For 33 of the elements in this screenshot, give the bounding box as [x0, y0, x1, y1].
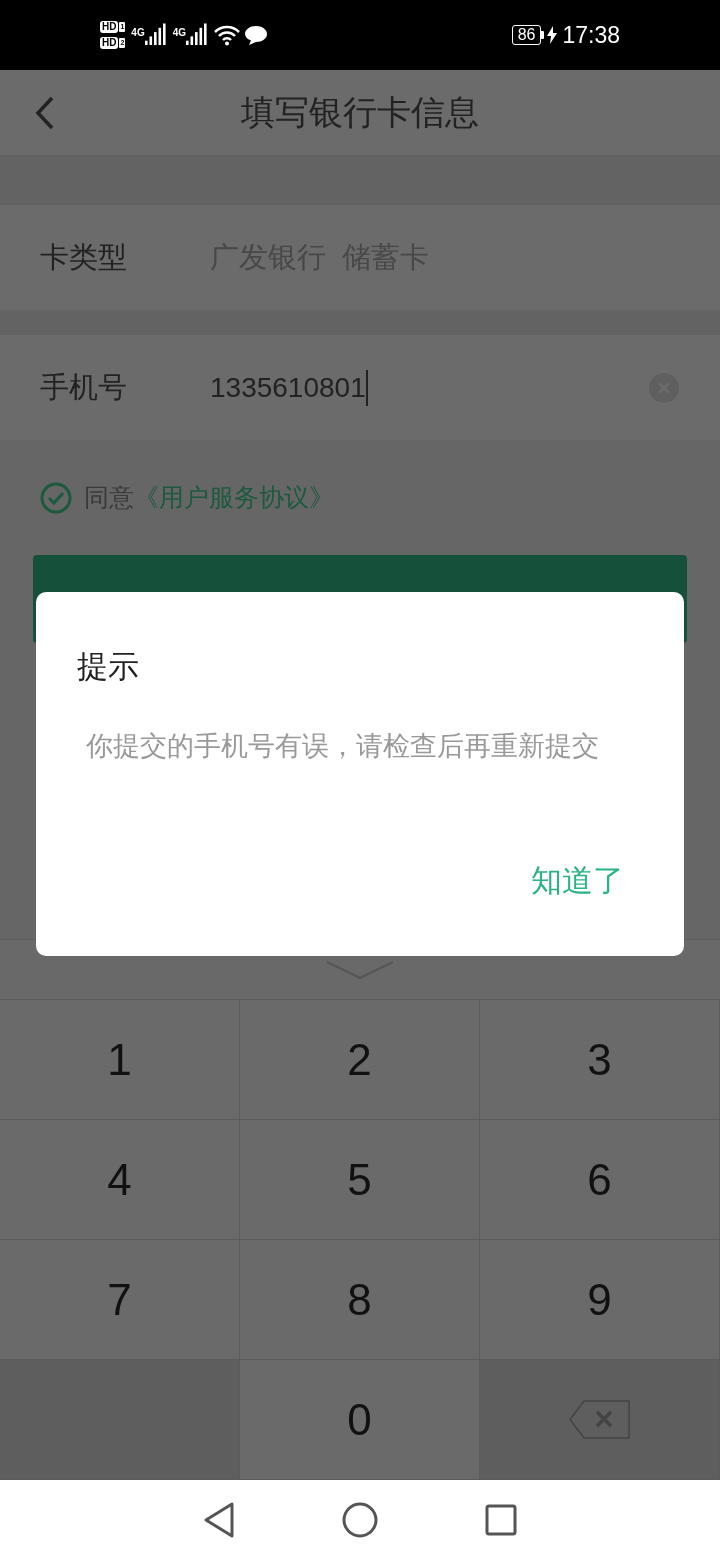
- phone-input-field[interactable]: 1335610801: [210, 366, 648, 409]
- back-nav-icon[interactable]: [203, 1502, 236, 1538]
- digit-key[interactable]: 1: [0, 1000, 240, 1120]
- backspace-icon: [568, 1399, 631, 1440]
- signal-icon: [144, 23, 167, 47]
- digit-key[interactable]: 9: [480, 1240, 720, 1360]
- field-label: 手机号: [40, 369, 128, 405]
- network-type: 4G: [172, 26, 187, 40]
- home-nav-icon[interactable]: [342, 1502, 378, 1538]
- digit-key[interactable]: 2: [240, 1000, 480, 1120]
- dialog-message: 你提交的手机号有误，请检查后再重新提交: [86, 729, 600, 763]
- hd-badge: HD: [100, 21, 119, 33]
- network-type: 4G: [131, 26, 145, 40]
- digit-key[interactable]: 3: [480, 1000, 720, 1120]
- confirm-button[interactable]: 知道了: [531, 857, 624, 904]
- back-icon[interactable]: [34, 94, 56, 131]
- digit-key[interactable]: 0: [240, 1360, 480, 1480]
- digit-key[interactable]: 6: [480, 1120, 720, 1240]
- page-title: 填写银行卡信息: [241, 92, 479, 133]
- chat-bubble-icon: [244, 24, 269, 46]
- checkbox[interactable]: [40, 481, 72, 514]
- signal-icon: [186, 23, 209, 47]
- battery-level: 86: [511, 25, 542, 45]
- recents-nav-icon[interactable]: [484, 1504, 517, 1536]
- digit-key[interactable]: 8: [240, 1240, 480, 1360]
- clock: 17:38: [562, 20, 620, 50]
- digit-key[interactable]: 7: [0, 1240, 240, 1360]
- dialog-title: 提示: [77, 648, 140, 686]
- hd-badge: HD: [100, 37, 119, 49]
- digit-key[interactable]: 5: [240, 1120, 480, 1240]
- wifi-icon: [214, 24, 241, 46]
- digit-key[interactable]: 4: [0, 1120, 240, 1240]
- field-label: 卡类型: [40, 239, 128, 275]
